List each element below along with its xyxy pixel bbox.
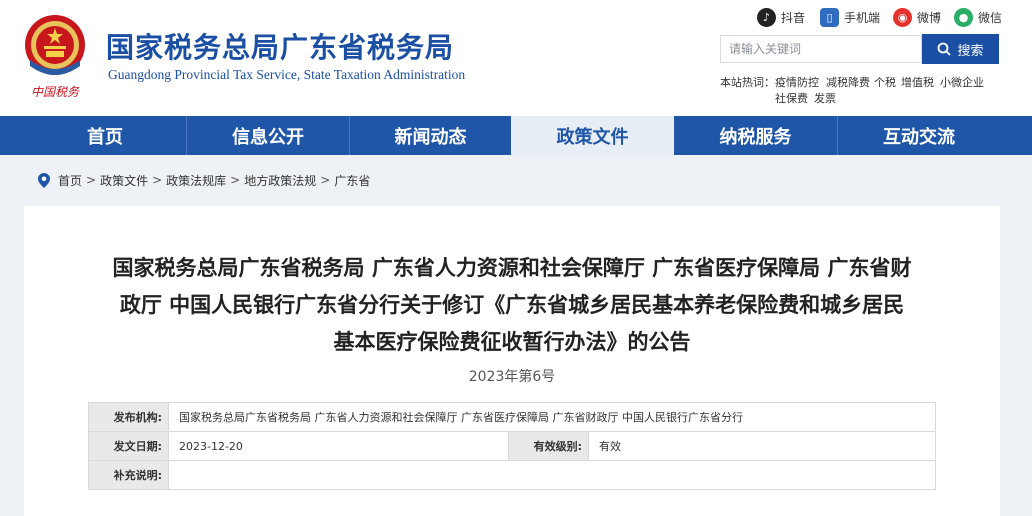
- nav-policy-docs[interactable]: 政策文件: [511, 116, 674, 155]
- article-panel: 国家税务总局广东省税务局 广东省人力资源和社会保障厅 广东省医疗保障局 广东省财…: [24, 206, 1000, 516]
- hot-keyword[interactable]: 增值税: [901, 74, 934, 90]
- issuer-label: 发布机构:: [88, 402, 169, 432]
- table-row: 发布机构: 国家税务总局广东省税务局 广东省人力资源和社会保障厅 广东省医疗保障…: [88, 402, 936, 432]
- breadcrumb-separator: >: [152, 173, 163, 187]
- issuer-value: 国家税务总局广东省税务局 广东省人力资源和社会保障厅 广东省医疗保障局 广东省财…: [168, 402, 936, 432]
- hot-keywords-label: 本站热词：: [720, 76, 775, 89]
- hot-keyword[interactable]: 减税降费: [826, 74, 870, 90]
- main-nav: 首页 信息公开 新闻动态 政策文件 纳税服务 互动交流: [0, 116, 1032, 155]
- weibo-icon: ◉: [893, 7, 912, 27]
- note-label: 补充说明:: [88, 460, 169, 490]
- breadcrumb-separator: >: [320, 173, 331, 187]
- site-title[interactable]: 国家税务总局广东省税务局: [106, 26, 454, 66]
- douyin-link[interactable]: ♪ 抖音: [757, 7, 805, 27]
- document-info-table: 发布机构: 国家税务总局广东省税务局 广东省人力资源和社会保障厅 广东省医疗保障…: [88, 402, 936, 490]
- table-row: 补充说明:: [88, 460, 936, 490]
- site-subtitle-en: Guangdong Provincial Tax Service, State …: [108, 67, 466, 82]
- breadcrumb-policy-docs[interactable]: 政策文件: [100, 172, 148, 189]
- table-row: 发文日期: 2023-12-20 有效级别: 有效: [88, 431, 936, 461]
- location-pin-icon: [38, 172, 50, 188]
- search-field[interactable]: [720, 35, 922, 63]
- nav-interaction[interactable]: 互动交流: [838, 116, 1000, 155]
- breadcrumb-policy-library[interactable]: 政策法规库: [166, 172, 226, 189]
- nav-news[interactable]: 新闻动态: [350, 116, 511, 155]
- note-value: [168, 460, 936, 490]
- article-title-line: 基本医疗保险费征收暂行办法》的公告: [333, 330, 691, 354]
- search-icon: [938, 42, 952, 56]
- nav-tax-service[interactable]: 纳税服务: [674, 116, 837, 155]
- validity-value: 有效: [588, 431, 936, 461]
- hot-keyword[interactable]: 疫情防控: [775, 74, 819, 90]
- breadcrumb-home[interactable]: 首页: [58, 172, 82, 189]
- article-title: 国家税务总局广东省税务局 广东省人力资源和社会保障厅 广东省医疗保障局 广东省财…: [84, 250, 940, 361]
- search-button[interactable]: 搜索: [922, 34, 999, 64]
- hot-keyword[interactable]: 小微企业: [940, 74, 984, 90]
- search-input[interactable]: [721, 36, 921, 62]
- breadcrumb-local-regulations[interactable]: 地方政策法规: [244, 172, 316, 189]
- hot-keyword[interactable]: 发票: [814, 90, 836, 106]
- hot-keyword[interactable]: 社保费: [775, 90, 808, 106]
- nav-info-public[interactable]: 信息公开: [187, 116, 349, 155]
- douyin-icon: ♪: [757, 7, 776, 27]
- issue-date-label: 发文日期:: [88, 431, 169, 461]
- wechat-link[interactable]: ● 微信: [954, 7, 1002, 27]
- document-number: 2023年第6号: [468, 369, 556, 385]
- breadcrumb-separator: >: [86, 173, 97, 187]
- wechat-icon: ●: [954, 7, 973, 27]
- breadcrumb: 首页 > 政策文件 > 政策法规库 > 地方政策法规 > 广东省: [38, 170, 370, 190]
- weibo-link[interactable]: ◉ 微博: [893, 7, 941, 27]
- mobile-link[interactable]: ▯ 手机端: [820, 7, 880, 27]
- issue-date-value: 2023-12-20: [168, 431, 509, 461]
- svg-text:中国税务: 中国税务: [31, 85, 80, 99]
- nav-home[interactable]: 首页: [24, 116, 186, 155]
- article-title-line: 政厅 中国人民银行广东省分行关于修订《广东省城乡居民基本养老保险费和城乡居民: [119, 293, 905, 317]
- validity-label: 有效级别:: [508, 431, 589, 461]
- mobile-icon: ▯: [820, 7, 839, 27]
- site-header: 中国税务 国家税务总局广东省税务局 Guangdong Provincial T…: [0, 0, 1032, 116]
- breadcrumb-separator: >: [230, 173, 241, 187]
- hot-keyword[interactable]: 个税: [874, 74, 896, 90]
- article-title-line: 国家税务总局广东省税务局 广东省人力资源和社会保障厅 广东省医疗保障局 广东省财: [112, 256, 912, 280]
- breadcrumb-guangdong[interactable]: 广东省: [334, 172, 370, 189]
- tax-emblem-logo[interactable]: 中国税务: [22, 12, 88, 100]
